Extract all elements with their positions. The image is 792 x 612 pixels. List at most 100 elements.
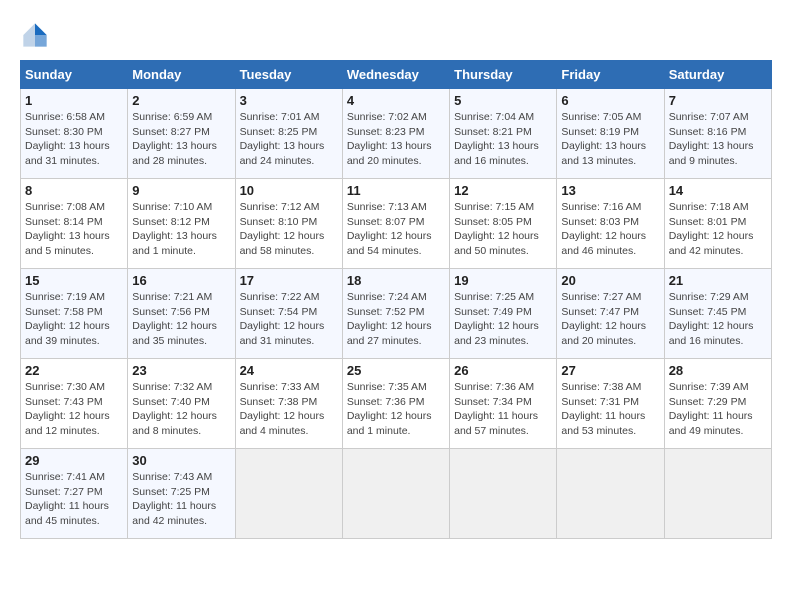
calendar-cell [664, 449, 771, 539]
day-number: 5 [454, 93, 552, 108]
day-info: Sunrise: 7:25 AM Sunset: 7:49 PM Dayligh… [454, 290, 552, 349]
day-header-tuesday: Tuesday [235, 61, 342, 89]
day-info: Sunrise: 7:32 AM Sunset: 7:40 PM Dayligh… [132, 380, 230, 439]
day-info: Sunrise: 7:21 AM Sunset: 7:56 PM Dayligh… [132, 290, 230, 349]
day-number: 30 [132, 453, 230, 468]
day-info: Sunrise: 7:15 AM Sunset: 8:05 PM Dayligh… [454, 200, 552, 259]
calendar-cell: 3 Sunrise: 7:01 AM Sunset: 8:25 PM Daylig… [235, 89, 342, 179]
logo [20, 20, 54, 50]
calendar-cell [235, 449, 342, 539]
day-info: Sunrise: 7:39 AM Sunset: 7:29 PM Dayligh… [669, 380, 767, 439]
calendar-cell: 24 Sunrise: 7:33 AM Sunset: 7:38 PM Dayli… [235, 359, 342, 449]
day-info: Sunrise: 7:19 AM Sunset: 7:58 PM Dayligh… [25, 290, 123, 349]
day-number: 13 [561, 183, 659, 198]
day-info: Sunrise: 7:13 AM Sunset: 8:07 PM Dayligh… [347, 200, 445, 259]
calendar-cell: 11 Sunrise: 7:13 AM Sunset: 8:07 PM Dayli… [342, 179, 449, 269]
day-header-thursday: Thursday [450, 61, 557, 89]
day-number: 4 [347, 93, 445, 108]
day-header-sunday: Sunday [21, 61, 128, 89]
calendar-cell: 4 Sunrise: 7:02 AM Sunset: 8:23 PM Daylig… [342, 89, 449, 179]
calendar-cell [450, 449, 557, 539]
day-info: Sunrise: 7:41 AM Sunset: 7:27 PM Dayligh… [25, 470, 123, 529]
day-info: Sunrise: 7:16 AM Sunset: 8:03 PM Dayligh… [561, 200, 659, 259]
day-number: 2 [132, 93, 230, 108]
calendar-cell: 18 Sunrise: 7:24 AM Sunset: 7:52 PM Dayli… [342, 269, 449, 359]
day-info: Sunrise: 7:27 AM Sunset: 7:47 PM Dayligh… [561, 290, 659, 349]
day-info: Sunrise: 7:29 AM Sunset: 7:45 PM Dayligh… [669, 290, 767, 349]
calendar-cell: 14 Sunrise: 7:18 AM Sunset: 8:01 PM Dayli… [664, 179, 771, 269]
day-number: 7 [669, 93, 767, 108]
calendar-cell: 25 Sunrise: 7:35 AM Sunset: 7:36 PM Dayli… [342, 359, 449, 449]
day-header-friday: Friday [557, 61, 664, 89]
calendar-cell: 13 Sunrise: 7:16 AM Sunset: 8:03 PM Dayli… [557, 179, 664, 269]
day-info: Sunrise: 7:01 AM Sunset: 8:25 PM Dayligh… [240, 110, 338, 169]
calendar-cell: 15 Sunrise: 7:19 AM Sunset: 7:58 PM Dayli… [21, 269, 128, 359]
day-number: 9 [132, 183, 230, 198]
day-number: 19 [454, 273, 552, 288]
calendar-cell: 8 Sunrise: 7:08 AM Sunset: 8:14 PM Daylig… [21, 179, 128, 269]
calendar-cell: 10 Sunrise: 7:12 AM Sunset: 8:10 PM Dayli… [235, 179, 342, 269]
day-number: 14 [669, 183, 767, 198]
calendar-cell: 23 Sunrise: 7:32 AM Sunset: 7:40 PM Dayli… [128, 359, 235, 449]
calendar-header-row: SundayMondayTuesdayWednesdayThursdayFrid… [21, 61, 772, 89]
logo-icon [20, 20, 50, 50]
day-number: 23 [132, 363, 230, 378]
calendar-cell: 26Sunrise: 7:36 AM Sunset: 7:34 PM Dayli… [450, 359, 557, 449]
day-info: Sunrise: 6:58 AM Sunset: 8:30 PM Dayligh… [25, 110, 123, 169]
day-number: 10 [240, 183, 338, 198]
day-info: Sunrise: 7:22 AM Sunset: 7:54 PM Dayligh… [240, 290, 338, 349]
day-info: Sunrise: 7:35 AM Sunset: 7:36 PM Dayligh… [347, 380, 445, 439]
day-info: Sunrise: 7:08 AM Sunset: 8:14 PM Dayligh… [25, 200, 123, 259]
calendar-cell: 29 Sunrise: 7:41 AM Sunset: 7:27 PM Dayli… [21, 449, 128, 539]
calendar-cell: 30 Sunrise: 7:43 AM Sunset: 7:25 PM Dayli… [128, 449, 235, 539]
day-number: 18 [347, 273, 445, 288]
calendar-week-4: 22 Sunrise: 7:30 AM Sunset: 7:43 PM Dayli… [21, 359, 772, 449]
day-number: 16 [132, 273, 230, 288]
day-info: Sunrise: 7:10 AM Sunset: 8:12 PM Dayligh… [132, 200, 230, 259]
day-info: Sunrise: 7:02 AM Sunset: 8:23 PM Dayligh… [347, 110, 445, 169]
day-info: Sunrise: 7:43 AM Sunset: 7:25 PM Dayligh… [132, 470, 230, 529]
calendar-cell: 28 Sunrise: 7:39 AM Sunset: 7:29 PM Dayli… [664, 359, 771, 449]
calendar-cell: 5Sunrise: 7:04 AM Sunset: 8:21 PM Daylig… [450, 89, 557, 179]
day-number: 15 [25, 273, 123, 288]
day-number: 11 [347, 183, 445, 198]
calendar-cell [342, 449, 449, 539]
calendar-cell: 20 Sunrise: 7:27 AM Sunset: 7:47 PM Dayli… [557, 269, 664, 359]
calendar-week-1: 1 Sunrise: 6:58 AM Sunset: 8:30 PM Daylig… [21, 89, 772, 179]
calendar-cell: 7 Sunrise: 7:07 AM Sunset: 8:16 PM Daylig… [664, 89, 771, 179]
day-info: Sunrise: 7:30 AM Sunset: 7:43 PM Dayligh… [25, 380, 123, 439]
calendar-cell: 16 Sunrise: 7:21 AM Sunset: 7:56 PM Dayli… [128, 269, 235, 359]
calendar-cell: 22 Sunrise: 7:30 AM Sunset: 7:43 PM Dayli… [21, 359, 128, 449]
day-header-saturday: Saturday [664, 61, 771, 89]
day-info: Sunrise: 7:24 AM Sunset: 7:52 PM Dayligh… [347, 290, 445, 349]
day-number: 21 [669, 273, 767, 288]
calendar-cell: 6Sunrise: 7:05 AM Sunset: 8:19 PM Daylig… [557, 89, 664, 179]
calendar-table: SundayMondayTuesdayWednesdayThursdayFrid… [20, 60, 772, 539]
day-number: 22 [25, 363, 123, 378]
day-number: 25 [347, 363, 445, 378]
day-number: 28 [669, 363, 767, 378]
day-number: 26 [454, 363, 552, 378]
day-number: 1 [25, 93, 123, 108]
day-info: Sunrise: 7:38 AM Sunset: 7:31 PM Dayligh… [561, 380, 659, 439]
calendar-cell: 27 Sunrise: 7:38 AM Sunset: 7:31 PM Dayli… [557, 359, 664, 449]
calendar-cell: 17Sunrise: 7:22 AM Sunset: 7:54 PM Dayli… [235, 269, 342, 359]
day-number: 27 [561, 363, 659, 378]
page-header [20, 20, 772, 50]
day-info: Sunrise: 7:07 AM Sunset: 8:16 PM Dayligh… [669, 110, 767, 169]
day-number: 29 [25, 453, 123, 468]
calendar-cell: 1 Sunrise: 6:58 AM Sunset: 8:30 PM Daylig… [21, 89, 128, 179]
day-number: 3 [240, 93, 338, 108]
day-info: Sunrise: 6:59 AM Sunset: 8:27 PM Dayligh… [132, 110, 230, 169]
calendar-week-3: 15 Sunrise: 7:19 AM Sunset: 7:58 PM Dayli… [21, 269, 772, 359]
calendar-cell: 12Sunrise: 7:15 AM Sunset: 8:05 PM Dayli… [450, 179, 557, 269]
day-header-monday: Monday [128, 61, 235, 89]
day-info: Sunrise: 7:33 AM Sunset: 7:38 PM Dayligh… [240, 380, 338, 439]
day-info: Sunrise: 7:18 AM Sunset: 8:01 PM Dayligh… [669, 200, 767, 259]
calendar-cell: 19 Sunrise: 7:25 AM Sunset: 7:49 PM Dayli… [450, 269, 557, 359]
day-number: 8 [25, 183, 123, 198]
day-info: Sunrise: 7:12 AM Sunset: 8:10 PM Dayligh… [240, 200, 338, 259]
day-number: 20 [561, 273, 659, 288]
day-number: 24 [240, 363, 338, 378]
calendar-week-5: 29 Sunrise: 7:41 AM Sunset: 7:27 PM Dayli… [21, 449, 772, 539]
